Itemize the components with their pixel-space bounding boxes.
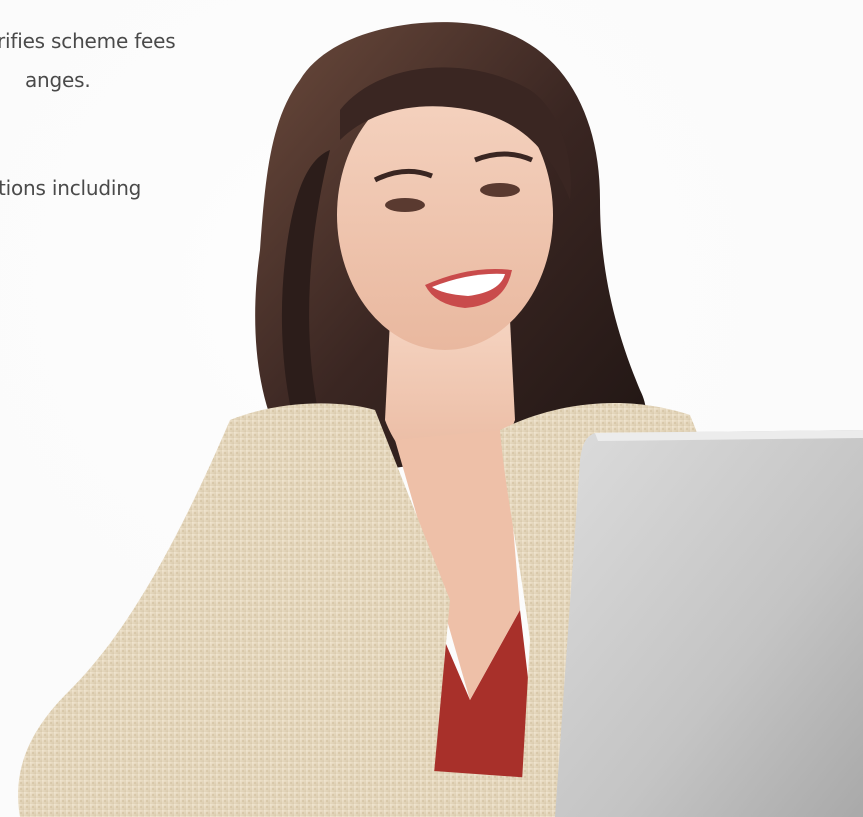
hero-text-line: anges. xyxy=(25,68,91,92)
laptop xyxy=(555,430,863,817)
hero-text: rifies scheme fees anges. tions includin… xyxy=(0,22,240,208)
right-eye xyxy=(480,183,520,197)
hero-section: rifies scheme fees anges. tions includin… xyxy=(0,0,863,817)
hero-text-line: tions including xyxy=(0,176,142,200)
left-eye xyxy=(385,198,425,212)
hero-text-line: rifies scheme fees xyxy=(0,29,176,53)
